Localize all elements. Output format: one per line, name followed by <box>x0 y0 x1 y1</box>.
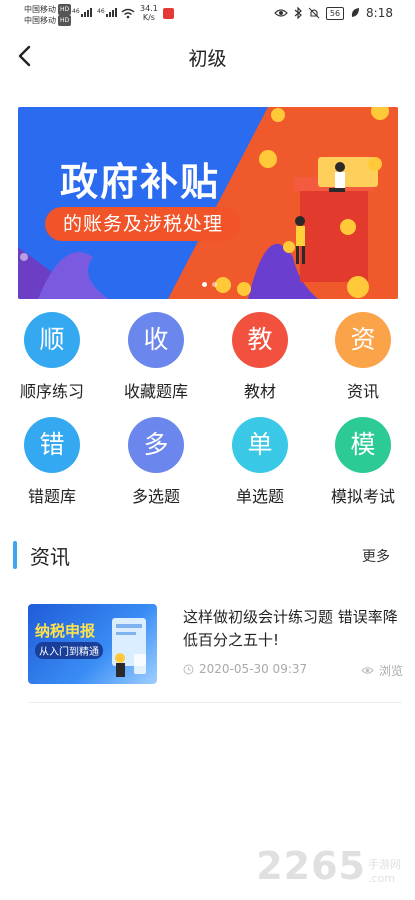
news-date: 2020-05-30 09:37 <box>183 662 307 676</box>
mock-exam-icon: 模 <box>335 417 391 473</box>
signal-icon-2 <box>106 8 117 17</box>
grid-item-label: 收藏题库 <box>123 382 188 401</box>
status-bar: 中国移动 HD 中国移动 HD 46 46 34.1 K/s 56 8:18 <box>0 0 415 30</box>
news-section-title: 资讯 <box>30 545 70 569</box>
news-title: 这样做初级会计练习题 错误率降低百分之五十! <box>183 608 398 649</box>
app-screen: 中国移动 HD 中国移动 HD 46 46 34.1 K/s 56 8:18 初… <box>0 0 415 900</box>
multiple-choice-icon: 多 <box>128 417 184 473</box>
thumbnail-illustration <box>112 618 146 677</box>
grid-item-sequential-practice[interactable]: 顺 顺序练习 <box>0 312 104 402</box>
grid-item-label: 单选题 <box>235 487 284 506</box>
grid-item-wrong-questions[interactable]: 错 错题库 <box>0 417 104 507</box>
grid-item-label: 错题库 <box>27 487 76 506</box>
watermark-domain: .com <box>368 872 395 885</box>
clock-time: 8:18 <box>366 6 393 20</box>
grid-item-label: 模拟考试 <box>330 487 395 506</box>
carousel-dot-active <box>202 282 207 287</box>
section-accent-bar <box>13 541 17 569</box>
banner-title: 政府补贴 <box>60 160 221 204</box>
grid-item-favorites[interactable]: 收 收藏题库 <box>104 312 208 402</box>
banner-subtitle: 的账务及涉税处理 <box>45 207 242 241</box>
wrong-questions-icon: 错 <box>24 417 80 473</box>
news-icon: 资 <box>335 312 391 368</box>
grid-item-label: 资讯 <box>346 382 379 401</box>
leaf-icon <box>351 8 360 17</box>
eye-comfort-icon <box>274 9 288 17</box>
grid-item-mock-exam[interactable]: 模 模拟考试 <box>311 417 415 507</box>
carousel-dots <box>202 282 217 287</box>
grid-item-textbook[interactable]: 教 教材 <box>208 312 312 402</box>
grid-item-single-choice[interactable]: 单 单选题 <box>208 417 312 507</box>
watermark-site: 手游网 <box>368 858 401 871</box>
eye-icon <box>361 667 374 674</box>
app-notification-icon <box>163 8 174 19</box>
network-speed: 34.1 K/s <box>140 4 158 22</box>
watermark: 2265 手游网 .com <box>256 846 401 886</box>
more-link[interactable]: 更多 <box>362 546 390 566</box>
watermark-text: 手游网 .com <box>366 858 401 886</box>
speed-value: 34.1 <box>140 4 158 13</box>
single-choice-icon: 单 <box>232 417 288 473</box>
hd-badge: HD <box>58 4 72 15</box>
list-item[interactable]: 纳税申报 从入门到精通 这样做初级会计练习题 错误率降低百分之五十! 2020-… <box>28 600 403 703</box>
news-views: 浏览 <box>361 662 403 679</box>
grid-item-news[interactable]: 资 资讯 <box>311 312 415 402</box>
carrier-2: 中国移动 <box>24 16 56 25</box>
speed-unit: K/s <box>142 13 155 22</box>
top-nav: 初级 <box>0 38 415 78</box>
mute-icon <box>308 7 320 19</box>
signal-icon <box>81 8 92 17</box>
clock-icon <box>183 664 194 674</box>
textbook-icon: 教 <box>232 312 288 368</box>
carrier-1: 中国移动 <box>24 5 56 14</box>
grid-item-multiple-choice[interactable]: 多 多选题 <box>104 417 208 507</box>
carrier-info: 中国移动 HD 中国移动 HD <box>24 4 72 26</box>
grid-item-label: 顺序练习 <box>19 382 84 401</box>
thumbnail-title: 纳税申报 <box>35 622 96 640</box>
network-type-1: 46 <box>72 8 80 15</box>
carousel-dot <box>212 282 217 287</box>
wifi-icon <box>121 8 135 19</box>
promo-banner[interactable]: 政府补贴 的账务及涉税处理 <box>18 107 398 299</box>
favorites-icon: 收 <box>128 312 184 368</box>
status-right: 56 8:18 <box>274 6 393 20</box>
watermark-number: 2265 <box>256 844 366 888</box>
news-thumbnail: 纳税申报 从入门到精通 <box>28 604 157 684</box>
page-title: 初级 <box>188 48 227 70</box>
sequential-practice-icon: 顺 <box>24 312 80 368</box>
thumbnail-subtitle: 从入门到精通 <box>35 642 103 659</box>
grid-item-label: 多选题 <box>131 487 180 506</box>
grid-item-label: 教材 <box>243 382 276 401</box>
views-label: 浏览 <box>378 664 403 678</box>
battery-level: 56 <box>325 6 345 20</box>
news-date-text: 2020-05-30 09:37 <box>199 662 308 676</box>
bluetooth-icon <box>294 7 302 19</box>
news-section-header: 资讯 更多 <box>0 538 415 572</box>
network-type-2: 46 <box>97 8 105 15</box>
hd-badge-2: HD <box>58 15 72 26</box>
